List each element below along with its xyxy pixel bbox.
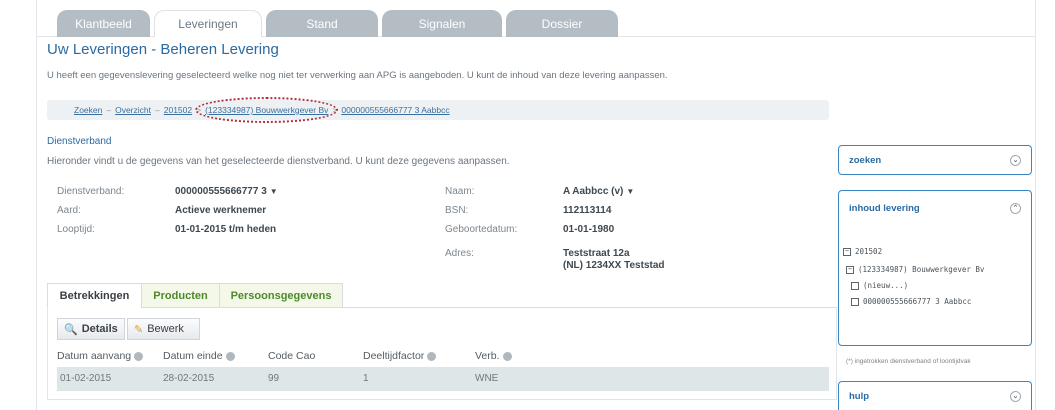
adres-line2: (NL) 1234XX Teststad <box>563 260 665 271</box>
breadcrumb-period[interactable]: 201502 <box>164 105 192 115</box>
tab-betrekkingen[interactable]: Betrekkingen <box>47 283 142 308</box>
breadcrumb-overzicht[interactable]: Overzicht <box>115 105 151 115</box>
breadcrumb-separator: – <box>106 105 112 115</box>
column-header-deeltijdfactor[interactable]: Deeltijdfactor <box>363 350 437 362</box>
adres-line1: Teststraat 12a <box>563 248 630 259</box>
sidebar-footnote: (*) ingetrokken dienstverband of loontij… <box>846 358 971 365</box>
tree-node-employer[interactable]: − (123334987) Bouwwerkgever Bv <box>846 265 984 274</box>
breadcrumb: Zoeken – Overzicht – 201502 > (123334987… <box>47 97 829 123</box>
breadcrumb-separator: – <box>155 105 160 115</box>
page-title: Uw Leveringen - Beheren Levering <box>47 41 279 58</box>
main-tabs: Klantbeeld Leveringen Stand Signalen Dos… <box>57 10 618 37</box>
column-header-label: Datum einde <box>163 350 223 362</box>
table-cell: 99 <box>268 373 280 384</box>
geboortedatum-value: 01-01-1980 <box>563 224 615 235</box>
column-header-label: Deeltijdfactor <box>363 350 425 362</box>
collapse-node-icon[interactable]: − <box>843 247 851 256</box>
pencil-icon: ✎ <box>134 323 144 336</box>
tree-node-employee[interactable]: 000000555666777 3 Aabbcc <box>851 297 971 306</box>
geboortedatum-label: Geboortedatum: <box>445 224 518 235</box>
tab-signalen[interactable]: Signalen <box>382 10 502 37</box>
tab-dossier[interactable]: Dossier <box>506 10 618 37</box>
tab-leveringen[interactable]: Leveringen <box>154 10 262 37</box>
inhoud-levering-title: inhoud levering <box>849 202 920 214</box>
zoeken-panel-header[interactable]: zoeken ⌄ <box>839 146 1031 174</box>
checkbox-icon[interactable] <box>851 297 859 306</box>
naam-select[interactable]: A Aabbcc (v) ▼ <box>563 186 634 197</box>
breadcrumb-employer[interactable]: (123334987) Bouwwerkgever Bv <box>195 97 339 123</box>
tab-klantbeeld[interactable]: Klantbeeld <box>57 10 150 37</box>
checkbox-icon[interactable] <box>851 281 859 290</box>
info-icon[interactable] <box>427 351 437 361</box>
table-cell: 01-02-2015 <box>60 373 112 384</box>
table-cell: 28-02-2015 <box>163 373 215 384</box>
tree-node-label: 201502 <box>855 247 883 256</box>
aard-value: Actieve werknemer <box>175 205 267 216</box>
dienstverband-label: Dienstverband: <box>57 186 125 197</box>
bewerk-button[interactable]: ✎ Bewerk <box>127 318 200 340</box>
column-header-datum-aanvang[interactable]: Datum aanvang <box>57 350 144 362</box>
tab-stand[interactable]: Stand <box>266 10 378 37</box>
expand-icon[interactable]: ⌄ <box>1010 154 1021 166</box>
bsn-value: 112113114 <box>563 205 612 216</box>
column-header-label: Verb. <box>475 350 500 362</box>
bewerk-button-label: Bewerk <box>147 323 184 335</box>
hulp-panel: hulp ⌄ <box>838 381 1032 410</box>
collapse-node-icon[interactable]: − <box>846 265 854 274</box>
tree-node-label: (nieuw...) <box>863 281 909 290</box>
tab-persoonsgegevens[interactable]: Persoonsgegevens <box>219 283 343 308</box>
inhoud-levering-header[interactable]: inhoud levering ⌃ <box>839 191 1031 225</box>
search-icon: 🔍 <box>64 323 78 336</box>
details-button[interactable]: 🔍 Details <box>57 318 125 340</box>
column-header-datum-einde[interactable]: Datum einde <box>163 350 235 362</box>
table-cell: 1 <box>363 373 369 384</box>
info-icon[interactable] <box>134 351 144 361</box>
info-icon[interactable] <box>225 351 235 361</box>
naam-value: A Aabbcc (v) <box>563 186 624 197</box>
breadcrumb-employee[interactable]: 000000555666777 3 Aabbcc <box>341 105 449 115</box>
dienstverband-select[interactable]: 000000555666777 3 ▼ <box>175 186 278 197</box>
bsn-label: BSN: <box>445 205 469 216</box>
hulp-panel-title: hulp <box>849 390 870 402</box>
collapse-icon[interactable]: ⌃ <box>1010 202 1021 214</box>
tree-node-label: 000000555666777 3 Aabbcc <box>863 297 972 306</box>
tree-node-period[interactable]: −201502 <box>843 247 882 256</box>
column-header-label: Code Cao <box>268 350 316 362</box>
hulp-panel-header[interactable]: hulp ⌄ <box>839 382 1031 410</box>
aard-label: Aard: <box>57 205 81 216</box>
table-cell: WNE <box>475 373 499 384</box>
looptijd-label: Looptijd: <box>57 224 95 235</box>
dienstverband-value: 000000555666777 3 <box>175 186 267 197</box>
adres-label: Adres: <box>445 248 474 259</box>
page-intro: U heeft een gegevenslevering geselecteer… <box>47 70 668 81</box>
detail-tabs: Betrekkingen Producten Persoonsgegevens <box>47 283 837 308</box>
zoeken-panel: zoeken ⌄ <box>838 145 1032 175</box>
caret-down-icon: ▼ <box>269 187 278 196</box>
section-title: Dienstverband <box>47 136 112 147</box>
column-header-label: Datum aanvang <box>57 350 132 362</box>
breadcrumb-zoeken[interactable]: Zoeken <box>74 105 102 115</box>
zoeken-panel-title: zoeken <box>849 154 882 166</box>
section-subtitle: Hieronder vindt u de gegevens van het ge… <box>47 156 510 167</box>
tab-producten[interactable]: Producten <box>141 283 220 308</box>
tree-node-label: (123334987) Bouwwerkgever Bv <box>858 265 985 274</box>
looptijd-value: 01-01-2015 t/m heden <box>175 224 277 235</box>
info-icon[interactable] <box>502 351 512 361</box>
column-header-verb[interactable]: Verb. <box>475 350 512 362</box>
details-button-label: Details <box>81 323 118 335</box>
column-header-code-cao[interactable]: Code Cao <box>268 350 315 362</box>
naam-label: Naam: <box>445 186 475 197</box>
caret-down-icon: ▼ <box>626 187 635 196</box>
expand-icon[interactable]: ⌄ <box>1010 390 1021 402</box>
tree-node-new[interactable]: (nieuw...) <box>851 281 908 290</box>
